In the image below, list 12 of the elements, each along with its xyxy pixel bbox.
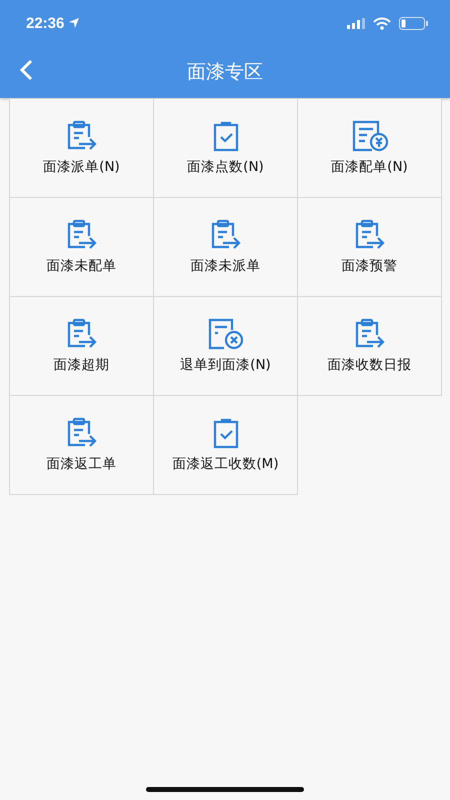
menu-tile[interactable]: 面漆收数日报 [297, 296, 442, 396]
menu-tile[interactable]: 面漆返工收数(M) [153, 395, 298, 495]
menu-tile[interactable]: 面漆派单(N) [9, 98, 154, 198]
battery-icon [399, 16, 428, 30]
back-icon [19, 59, 33, 81]
status-time: 22:36 [26, 14, 64, 32]
menu-tile[interactable]: 面漆配单(N) [297, 98, 442, 198]
wifi-icon [373, 16, 391, 30]
page-title: 面漆专区 [187, 60, 263, 85]
menu-tile[interactable]: 面漆返工单 [9, 395, 154, 495]
signal-icon [347, 18, 365, 28]
location-icon [68, 17, 80, 29]
